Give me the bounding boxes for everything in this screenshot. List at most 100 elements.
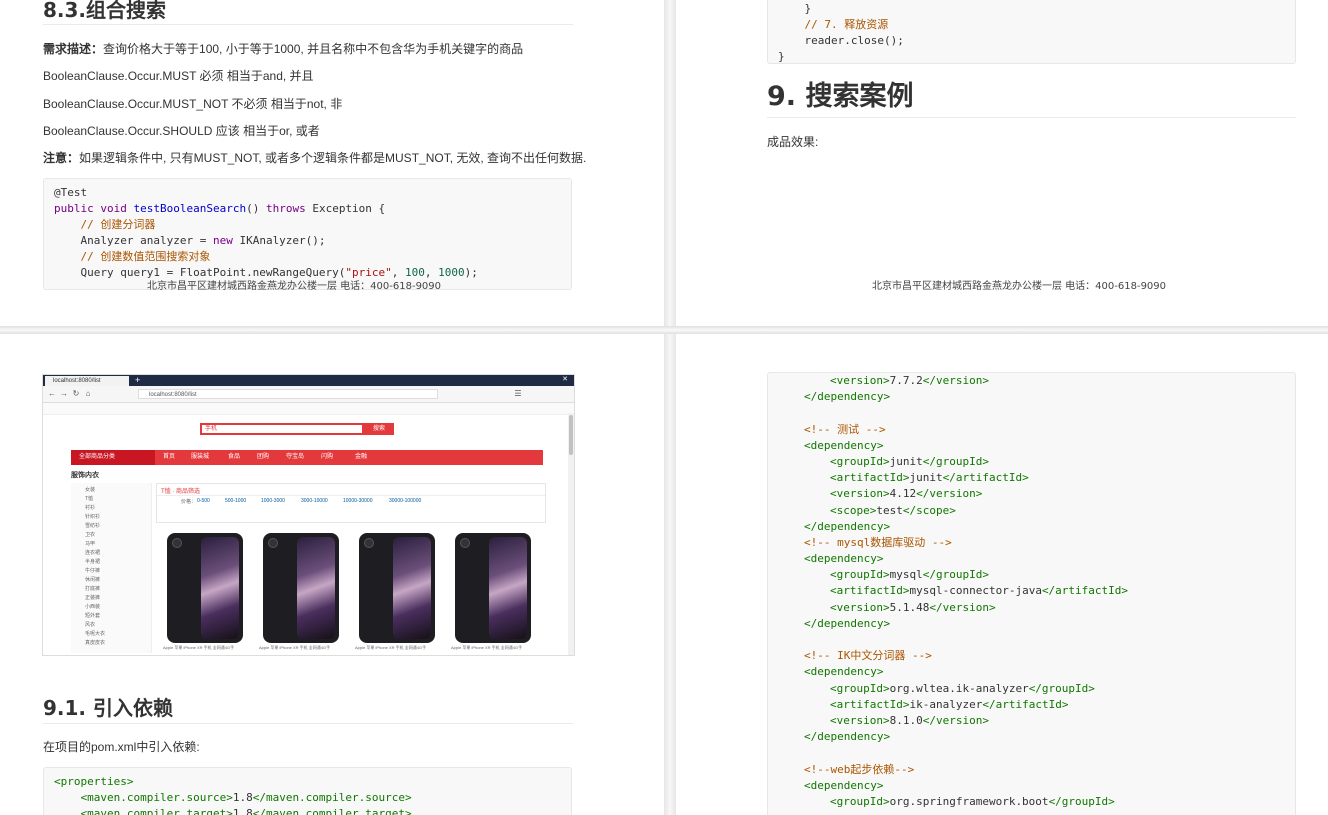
phone-screen xyxy=(489,537,527,639)
tag-token: </version> xyxy=(916,487,983,501)
code-line: <!-- IK中文分词器 --> xyxy=(778,648,1285,664)
comment-token: <!-- IK中文分词器 --> xyxy=(804,649,932,663)
code-token: } xyxy=(804,2,812,15)
tag-token: </groupId> xyxy=(922,454,989,468)
side-nav-item: 马甲 xyxy=(85,541,96,547)
product-card: Apple 苹果 iPhone XR 手机 全网通4G手 xyxy=(259,533,339,650)
code-line: <properties> xyxy=(54,775,133,788)
code-line: <dependency> xyxy=(778,778,1285,794)
all-categories-label: 全部商品分类 xyxy=(71,450,155,465)
side-nav-item: 休闲裤 xyxy=(85,577,101,583)
occur-must-not-paragraph: BooleanClause.Occur.MUST_NOT 不必须 相当于not,… xyxy=(43,97,343,111)
document-page-2: } // 7. 释放资源 reader.close(); } 9. 搜索案例 成… xyxy=(676,0,1328,326)
tag-token: </scope> xyxy=(902,503,956,517)
site-side-nav: 女装 T恤 衬衫 针织衫 雪纺衫 卫衣 马甲 连衣裙 半身裙 牛仔裤 休闲裤 打… xyxy=(71,483,152,653)
tag-token: <version> xyxy=(830,713,890,727)
tag-token: <artifactId> xyxy=(830,471,910,485)
code-line: <artifactId>ik-analyzer</artifactId> xyxy=(778,697,1285,713)
comment-token: // 创建数值范围搜索对象 xyxy=(80,250,211,263)
document-page-1: 8.3.组合搜索 需求描述：查询价格大于等于100, 小于等于1000, 并且名… xyxy=(0,0,664,326)
browser-address-bar: ← → ↻ ⌂ localhost:8080/list ☰ xyxy=(43,386,574,403)
value-token: 5.1.48 xyxy=(889,600,930,614)
document-page-4: <version>7.7.2</version> </dependency> <!-… xyxy=(676,334,1328,815)
site-category-bar: 全部商品分类 首页 服装城 食品 团购 夺宝岛 闪购 金融 xyxy=(71,450,543,465)
code-line: </dependency> xyxy=(778,616,1285,632)
home-icon: ⌂ xyxy=(85,389,91,398)
code-line: // 7. 释放资源 xyxy=(778,18,889,31)
tag-token: <artifactId> xyxy=(830,697,910,711)
product-title: Apple 苹果 iPhone XR 手机 全网通4G手 xyxy=(355,645,427,650)
category-item: 金融 xyxy=(355,454,368,460)
tag-token: </groupId> xyxy=(922,568,989,582)
site-search-button: 搜索 xyxy=(364,423,394,435)
category-item: 夺宝岛 xyxy=(286,454,305,460)
code-line: <maven.compiler.source>1.8</maven.compil… xyxy=(54,791,412,804)
product-title: Apple 苹果 iPhone XR 手机 全网通4G手 xyxy=(163,645,235,650)
tag-token: </dependency> xyxy=(804,616,891,630)
filter-divider xyxy=(157,495,545,496)
side-nav-item: 半身裙 xyxy=(85,559,101,565)
code-line: <groupId>mysql</groupId> xyxy=(778,567,1285,583)
heading-rule xyxy=(43,723,573,724)
value-token: 7.7.2 xyxy=(889,374,923,387)
code-line: </dependency> xyxy=(778,519,1285,535)
code-line: <!-- mysql数据库驱动 --> xyxy=(778,535,1285,551)
value-token: junit xyxy=(909,471,943,485)
occur-must-paragraph: BooleanClause.Occur.MUST 必须 相当于and, 并且 xyxy=(43,69,314,83)
code-token: } xyxy=(778,50,785,63)
section-heading-9-1: 9.1. 引入依赖 xyxy=(43,696,173,720)
tag-token: </dependency> xyxy=(804,519,891,533)
xml-dependencies-code-block: <version>7.7.2</version> </dependency> <!-… xyxy=(767,372,1296,815)
site-breadcrumb: 服饰内衣 xyxy=(71,472,99,479)
phone-screen xyxy=(201,537,239,639)
code-line: Analyzer analyzer = new IKAnalyzer(); xyxy=(54,234,326,247)
value-token: mysql xyxy=(889,568,923,582)
code-line: <artifactId>junit</artifactId> xyxy=(778,470,1285,486)
tag-token: <artifactId> xyxy=(830,584,910,598)
side-nav-item: 风衣 xyxy=(85,622,96,628)
camera-icon xyxy=(460,538,470,548)
heading-rule xyxy=(43,24,573,25)
product-image xyxy=(359,533,435,643)
category-item: 闪购 xyxy=(321,454,334,460)
pom-paragraph: 在项目的pom.xml中引入依赖: xyxy=(43,740,200,754)
value-token: org.wltea.ik-analyzer xyxy=(889,681,1029,695)
side-nav-item: 短外套 xyxy=(85,613,101,619)
tag-token: <dependency> xyxy=(804,778,884,792)
code-line: <version>7.7.2</version> xyxy=(778,373,1285,389)
code-line: <version>5.1.48</version> xyxy=(778,600,1285,616)
side-nav-item: 连衣裙 xyxy=(85,550,101,556)
camera-icon xyxy=(268,538,278,548)
code-line: <scope>test</scope> xyxy=(778,503,1285,519)
code-line: <maven.compiler.target>1.8</maven.compil… xyxy=(54,807,412,815)
phone-screen xyxy=(297,537,335,639)
side-nav-item: 雪纺衫 xyxy=(85,523,101,529)
code-line: </dependency> xyxy=(778,729,1285,745)
product-card: Apple 苹果 iPhone XR 手机 全网通4G手 xyxy=(451,533,531,650)
code-line: // 创建分词器 xyxy=(54,218,156,231)
tag-token: <dependency> xyxy=(804,665,884,679)
tag-token: <groupId> xyxy=(830,794,890,808)
requirement-paragraph: 需求描述：查询价格大于等于100, 小于等于1000, 并且名称中不包含华为手机… xyxy=(43,40,523,57)
method-name-token: testBooleanSearch xyxy=(133,202,247,215)
tag-token: </version> xyxy=(922,374,989,387)
product-card: Apple 苹果 iPhone XR 手机 全网通4G手 xyxy=(163,533,243,650)
value-token: junit xyxy=(889,454,923,468)
tag-token: <version> xyxy=(830,600,890,614)
comment-token: <!--web起步依赖--> xyxy=(804,762,915,776)
tag-token: </dependency> xyxy=(804,730,891,744)
tag-token: </version> xyxy=(929,600,996,614)
code-line: <artifactId>mysql-connector-java</artifa… xyxy=(778,583,1285,599)
code-line: </dependency> xyxy=(778,389,1285,405)
java-code-block-tail: } // 7. 释放资源 reader.close(); } xyxy=(767,0,1296,64)
price-range-link: 1000-3000 xyxy=(261,498,285,504)
code-line: } xyxy=(778,2,812,15)
annotation-token: @Test xyxy=(54,186,88,199)
result-paragraph: 成品效果: xyxy=(767,135,819,149)
side-nav-item: 小西装 xyxy=(85,604,101,610)
value-token: test xyxy=(876,503,903,517)
tag-token: </groupId> xyxy=(1048,794,1115,808)
java-code-block: @Test public void testBooleanSearch() th… xyxy=(43,178,572,290)
code-token: IKAnalyzer(); xyxy=(232,234,326,247)
